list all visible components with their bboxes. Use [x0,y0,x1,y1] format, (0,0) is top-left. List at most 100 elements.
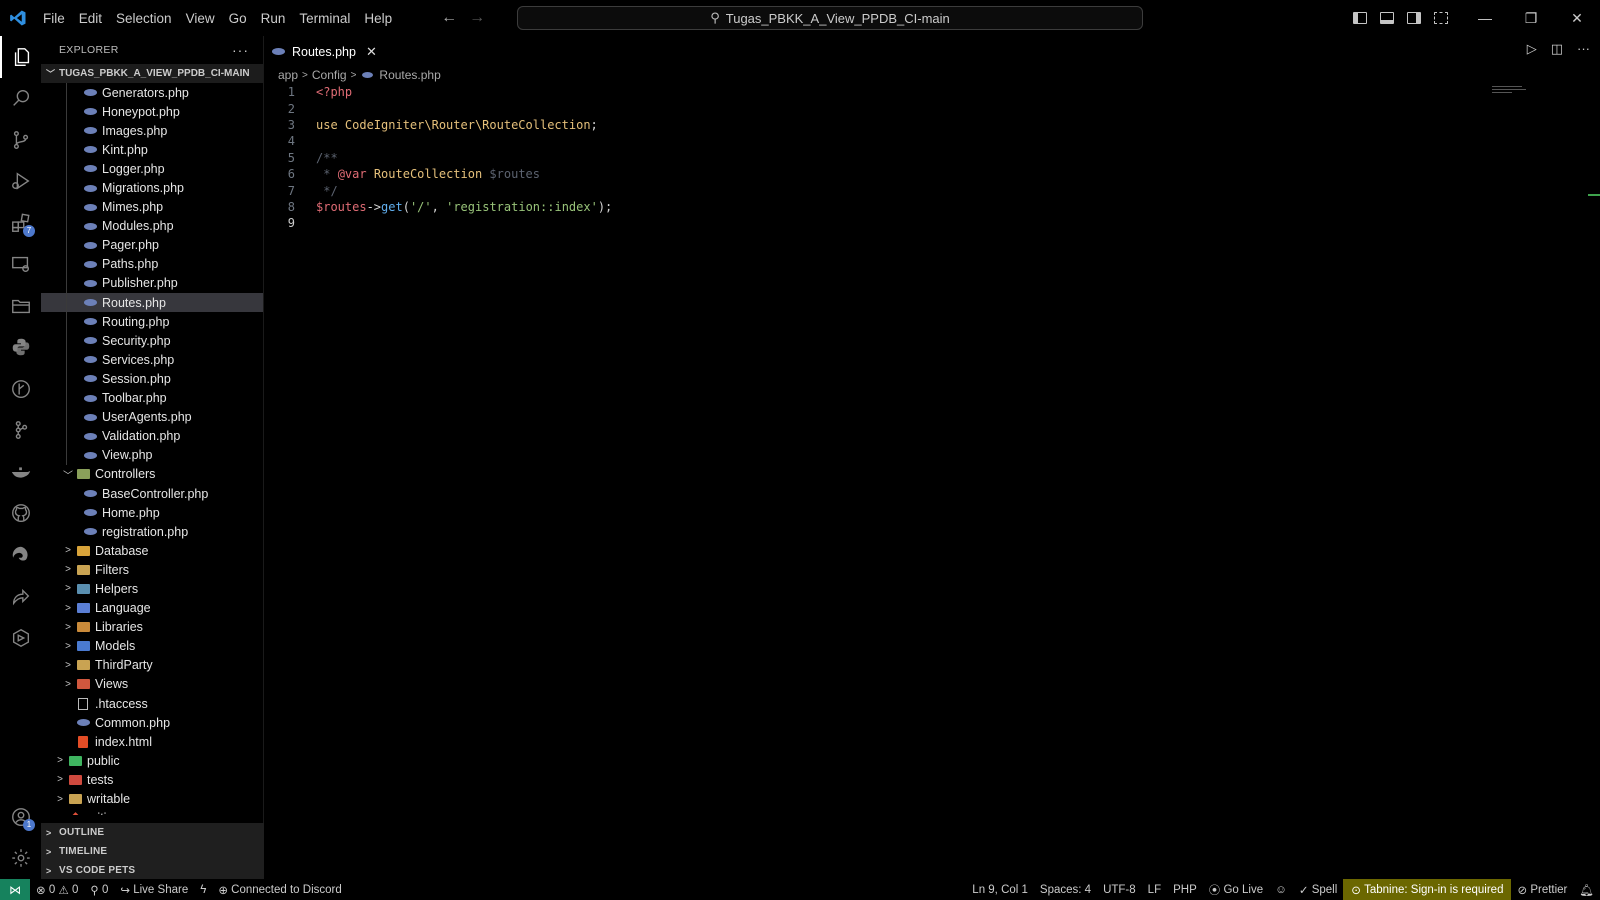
code-line[interactable]: 9 [264,215,1554,231]
toggle-primary-sidebar-icon[interactable] [1346,0,1373,36]
tree-file-services-php[interactable]: Services.php [41,350,263,369]
remote-indicator-icon[interactable]: ⋈ [0,879,30,900]
workspace-root-folder[interactable]: ﹀ TUGAS_PBKK_A_VIEW_PPDB_CI-MAIN [41,64,263,83]
extensions-icon[interactable]: 7 [0,202,41,244]
project-manager-icon[interactable] [0,285,41,327]
close-tab-icon[interactable]: ✕ [366,44,377,60]
code-line[interactable]: 3 use CodeIgniter\Router\RouteCollection; [264,117,1554,133]
menu-run[interactable]: Run [254,11,293,26]
menu-terminal[interactable]: Terminal [292,11,357,26]
menu-help[interactable]: Help [357,11,399,26]
source-control-icon[interactable] [0,119,41,161]
code-line[interactable]: 7 */ [264,182,1554,198]
tree-folder-models[interactable]: > Models [41,637,263,656]
live-share-icon[interactable] [0,576,41,618]
code-line[interactable]: 8 $routes->get('/', 'registration::index'… [264,199,1554,215]
minimize-window-icon[interactable]: — [1462,0,1508,36]
breadcrumb-file[interactable]: Routes.php [379,68,440,82]
tree-file-basecontroller-php[interactable]: BaseController.php [41,484,263,503]
breadcrumb-app[interactable]: app [278,68,298,82]
restore-window-icon[interactable]: ❐ [1508,0,1554,36]
tree-file-toolbar-php[interactable]: Toolbar.php [41,389,263,408]
gitlens-status[interactable]: ϟ [194,879,212,900]
problems-indicator[interactable]: ⊗ 0 ⚠ 0 [30,879,84,900]
menu-view[interactable]: View [179,11,222,26]
menu-selection[interactable]: Selection [109,11,179,26]
timeline-section[interactable]: > TIMELINE [41,842,264,861]
edge-devtools-icon[interactable] [0,534,41,576]
tree-file-validation-php[interactable]: Validation.php [41,427,263,446]
github-icon[interactable] [0,493,41,535]
tree-file-kint-php[interactable]: Kint.php [41,140,263,159]
tree-file-routes-php[interactable]: Routes.php [41,293,263,313]
ports-indicator[interactable]: ⚲ 0 [84,879,114,900]
code-line[interactable]: 5 /** [264,150,1554,166]
tree-file-paths-php[interactable]: Paths.php [41,255,263,274]
git-graph-icon[interactable] [0,410,41,452]
tree-folder-tests[interactable]: > tests [41,770,263,789]
code-line[interactable]: 2 [264,100,1554,116]
accounts-icon[interactable]: 1 [0,796,41,838]
tree-folder-controllers[interactable]: ﹀ Controllers [41,465,263,484]
tree-file-publisher-php[interactable]: Publisher.php [41,274,263,293]
tree-file-mimes-php[interactable]: Mimes.php [41,198,263,217]
notifications-bell-icon[interactable]: 🔔︎ [1573,879,1600,900]
menu-file[interactable]: File [36,11,72,26]
tree-file-security-php[interactable]: Security.php [41,331,263,350]
tree-file-session-php[interactable]: Session.php [41,369,263,388]
tree-file-index-html[interactable]: index.html [41,732,263,751]
code-editor[interactable]: 1 <?php 2 3 use CodeIgniter\Router\RouteColl… [264,84,1554,232]
tree-file-modules-php[interactable]: Modules.php [41,217,263,236]
search-icon[interactable] [0,78,41,120]
tree-folder-filters[interactable]: > Filters [41,560,263,579]
encoding[interactable]: UTF-8 [1097,879,1142,900]
indentation[interactable]: Spaces: 4 [1034,879,1097,900]
tree-file-htaccess[interactable]: .htaccess [41,694,263,713]
tree-file-registration-php[interactable]: registration.php [41,522,263,541]
tree-file-useragents-php[interactable]: UserAgents.php [41,408,263,427]
live-share-status[interactable]: ↪ Live Share [114,879,194,900]
gitlens-icon[interactable] [0,368,41,410]
vscode-pets-section[interactable]: > VS CODE PETS [41,861,264,880]
gear-icon[interactable] [0,838,41,880]
tree-file-gitignore[interactable]: .gitignore [41,809,263,815]
toggle-panel-icon[interactable] [1373,0,1400,36]
tree-file-routing-php[interactable]: Routing.php [41,312,263,331]
tree-folder-public[interactable]: > public [41,751,263,770]
tree-folder-language[interactable]: > Language [41,599,263,618]
discord-status[interactable]: ⊕ Connected to Discord [212,879,347,900]
menu-edit[interactable]: Edit [72,11,109,26]
editor-more-actions-icon[interactable]: ··· [1577,41,1590,57]
tree-folder-views[interactable]: > Views [41,675,263,694]
prettier-status[interactable]: ⊘ Prettier [1511,879,1573,900]
tree-folder-writable[interactable]: > writable [41,789,263,808]
code-line[interactable]: 1 <?php [264,84,1554,100]
feedback-icon[interactable]: ☺ [1269,879,1293,900]
toggle-secondary-sidebar-icon[interactable] [1400,0,1427,36]
back-arrow-icon[interactable]: ← [441,9,457,27]
tab-routes-php[interactable]: Routes.php ✕ [264,36,387,66]
cursor-position[interactable]: Ln 9, Col 1 [966,879,1034,900]
tree-folder-libraries[interactable]: > Libraries [41,618,263,637]
outline-section[interactable]: > OUTLINE [41,823,264,842]
minimap[interactable] [1492,86,1532,98]
explorer-icon[interactable] [0,36,41,78]
tree-folder-helpers[interactable]: > Helpers [41,579,263,598]
code-line[interactable]: 4 [264,133,1554,149]
end-of-line[interactable]: LF [1142,879,1167,900]
go-live-button[interactable]: ⦿ Go Live [1203,879,1269,900]
docker-icon[interactable] [0,451,41,493]
run-debug-icon[interactable] [0,161,41,203]
spell-check-status[interactable]: ✓ Spell [1293,879,1343,900]
code-line[interactable]: 6 * @var RouteCollection $routes [264,166,1554,182]
breadcrumb-config[interactable]: Config [312,68,347,82]
tree-file-migrations-php[interactable]: Migrations.php [41,178,263,197]
split-editor-icon[interactable]: ◫ [1551,41,1563,57]
tree-file-honeypot-php[interactable]: Honeypot.php [41,102,263,121]
tree-folder-database[interactable]: > Database [41,541,263,560]
language-mode[interactable]: PHP [1167,879,1203,900]
menu-go[interactable]: Go [222,11,254,26]
tree-file-logger-php[interactable]: Logger.php [41,159,263,178]
remote-explorer-icon[interactable] [0,244,41,286]
more-actions-icon[interactable]: ··· [232,42,249,58]
